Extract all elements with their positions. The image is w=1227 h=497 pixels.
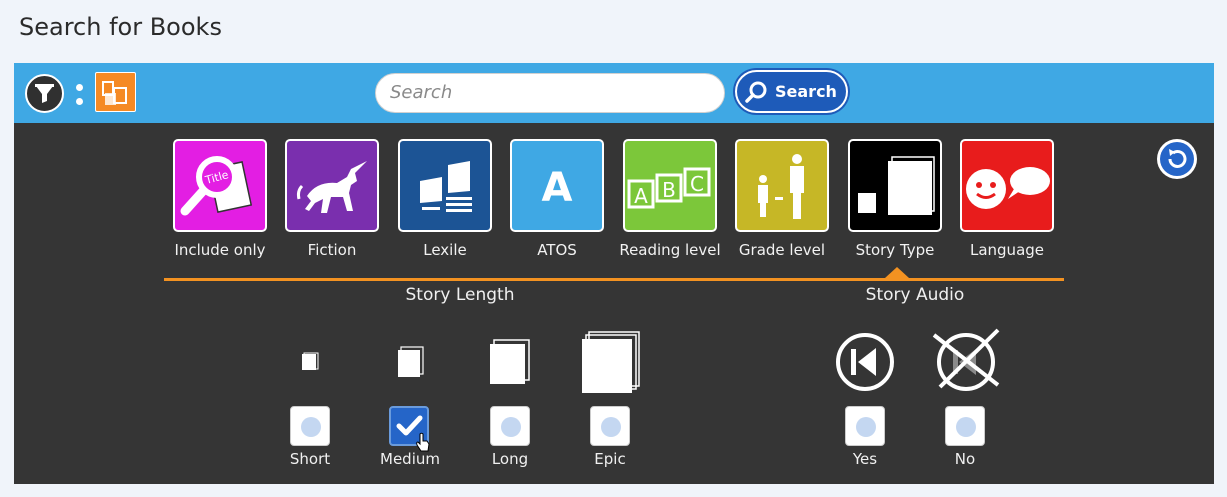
epic-label: Epic [594, 450, 626, 468]
story-length-title: Story Length [405, 285, 515, 305]
svg-text:C: C [690, 172, 704, 196]
magnifier-icon [745, 81, 767, 103]
epic-book-icon [582, 331, 640, 393]
audio-no-checkbox[interactable] [945, 406, 985, 446]
yes-label: Yes [852, 450, 878, 468]
toolbar: Search Search [14, 63, 1214, 123]
long-book-icon [490, 339, 530, 384]
short-label: Short [289, 450, 331, 468]
search-panel: Search Search Title A A B C Include only… [14, 63, 1214, 484]
category-lexile[interactable] [398, 139, 492, 232]
audio-off-icon [932, 328, 1000, 391]
books-app-icon[interactable] [95, 72, 136, 112]
short-checkbox[interactable] [290, 406, 330, 446]
radio-dot [956, 417, 976, 437]
svg-text:B: B [662, 178, 676, 202]
page-title: Search for Books [19, 13, 222, 41]
category-language[interactable] [960, 139, 1054, 232]
medium-label: Medium [380, 450, 440, 468]
medium-checkbox[interactable] [389, 406, 430, 452]
menu-dots-icon[interactable] [76, 84, 84, 106]
reset-icon[interactable] [1157, 139, 1197, 179]
long-checkbox[interactable] [490, 406, 530, 446]
category-label: Grade level [738, 241, 826, 259]
svg-text:A: A [634, 184, 648, 208]
category-story-type[interactable] [848, 139, 942, 232]
category-label: Lexile [423, 241, 467, 259]
audio-on-icon [836, 333, 894, 391]
long-label: Long [491, 450, 529, 468]
radio-dot [601, 417, 621, 437]
selected-tab-pointer [885, 267, 909, 278]
category-label: Language [969, 241, 1045, 259]
audio-yes-checkbox[interactable] [845, 406, 885, 446]
filter-funnel-icon[interactable] [25, 74, 64, 113]
radio-dot [501, 417, 521, 437]
category-atos[interactable]: A [510, 139, 604, 232]
radio-dot [856, 417, 876, 437]
category-grade-level[interactable] [735, 139, 829, 232]
medium-book-icon [398, 346, 424, 377]
svg-text:A: A [542, 165, 573, 211]
category-label: Include only [174, 241, 266, 259]
search-button[interactable]: Search [735, 70, 848, 113]
search-input[interactable]: Search [375, 73, 725, 113]
category-label: Story Type [855, 241, 935, 259]
story-audio-title: Story Audio [865, 285, 965, 305]
short-book-icon [302, 352, 319, 370]
category-fiction[interactable] [285, 139, 379, 232]
category-include-only[interactable]: Title [173, 139, 267, 232]
category-label: Reading level [619, 241, 721, 259]
category-label: Fiction [307, 241, 357, 259]
radio-dot [301, 417, 321, 437]
epic-checkbox[interactable] [590, 406, 630, 446]
category-label: ATOS [537, 241, 577, 259]
no-label: No [954, 450, 976, 468]
category-reading-level[interactable]: A B C [623, 139, 717, 232]
search-button-label: Search [775, 82, 837, 101]
tab-divider [164, 278, 1064, 281]
